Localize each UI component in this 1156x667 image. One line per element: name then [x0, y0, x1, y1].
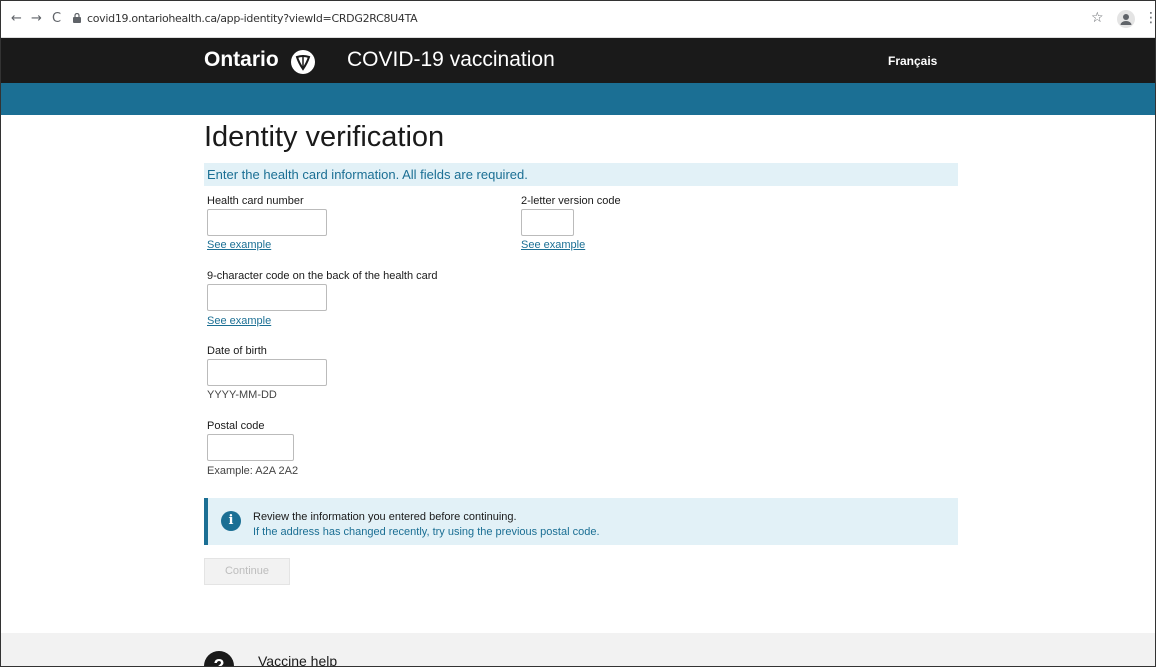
- version-code-label: 2-letter version code: [521, 195, 621, 207]
- info-icon: i: [221, 511, 241, 531]
- lock-icon: [73, 13, 81, 23]
- page-title: Identity verification: [204, 121, 445, 153]
- language-toggle-link[interactable]: Français: [888, 54, 937, 68]
- version-code-input[interactable]: [521, 209, 574, 236]
- version-code-example-link[interactable]: See example: [521, 239, 585, 251]
- dob-format-hint: YYYY-MM-DD: [207, 389, 277, 401]
- back-icon[interactable]: ←: [11, 11, 22, 27]
- dob-label: Date of birth: [207, 345, 267, 357]
- browser-menu-icon[interactable]: ⋮: [1144, 10, 1155, 26]
- back-code-example-link[interactable]: See example: [207, 315, 271, 327]
- header-accent-band: [1, 83, 1155, 115]
- info-body: If the address has changed recently, try…: [253, 526, 600, 538]
- postal-code-input[interactable]: [207, 434, 294, 461]
- health-card-input[interactable]: [207, 209, 327, 236]
- continue-button[interactable]: Continue: [204, 558, 290, 585]
- instructions-banner: Enter the health card information. All f…: [204, 163, 958, 186]
- forward-icon[interactable]: →: [31, 11, 42, 27]
- info-title: Review the information you entered befor…: [253, 511, 517, 523]
- bookmark-star-icon[interactable]: ☆: [1091, 10, 1104, 26]
- profile-avatar-icon[interactable]: [1117, 10, 1135, 28]
- address-bar[interactable]: covid19.ontariohealth.ca/app-identity?vi…: [87, 12, 418, 25]
- health-card-example-link[interactable]: See example: [207, 239, 271, 251]
- browser-window: ← → C covid19.ontariohealth.ca/app-ident…: [0, 0, 1156, 667]
- review-info-callout: i Review the information you entered bef…: [204, 498, 958, 545]
- dob-input[interactable]: [207, 359, 327, 386]
- vaccine-help-heading: Vaccine help: [258, 653, 338, 667]
- back-code-input[interactable]: [207, 284, 327, 311]
- site-header: [1, 38, 1155, 83]
- app-title: COVID-19 vaccination: [347, 48, 555, 71]
- trillium-logo-icon[interactable]: [291, 50, 315, 74]
- postal-code-label: Postal code: [207, 420, 265, 432]
- ontario-logo-text[interactable]: Ontario: [204, 48, 279, 72]
- browser-toolbar: ← → C covid19.ontariohealth.ca/app-ident…: [1, 1, 1155, 38]
- footer-help-section: [1, 633, 1155, 666]
- reload-icon[interactable]: C: [52, 11, 61, 27]
- back-code-label: 9-character code on the back of the heal…: [207, 270, 438, 282]
- health-card-label: Health card number: [207, 195, 304, 207]
- postal-code-hint: Example: A2A 2A2: [207, 465, 299, 477]
